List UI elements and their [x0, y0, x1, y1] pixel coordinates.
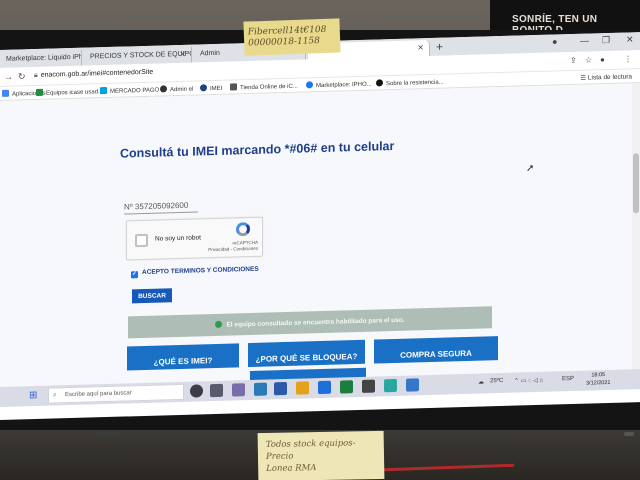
bookmark-item[interactable]: Sobre la resistencia...: [376, 78, 444, 88]
search-icon: ⌕: [53, 391, 57, 399]
record-icon[interactable]: ●: [552, 36, 557, 46]
recaptcha-logo-icon: [236, 222, 250, 237]
reading-list-button[interactable]: ☰ Lista de lectura: [580, 72, 632, 81]
sticky-note-bottom: Todos stock equipos-Precio Lonea RMA: [257, 430, 385, 480]
recaptcha-checkbox[interactable]: [135, 233, 148, 248]
monitor-logo: [96, 430, 120, 436]
cortana-icon[interactable]: [190, 384, 203, 398]
bookmark-item[interactable]: IMEI: [200, 84, 222, 93]
apps-icon: [2, 89, 9, 97]
tab-label: PRECIOS Y STOCK DE EQUIPOS E: [90, 50, 192, 61]
taskbar-search[interactable]: ⌕ Escribe aquí para buscar: [48, 383, 184, 404]
tab-label: Admin: [200, 49, 220, 58]
search-button[interactable]: BUSCAR: [132, 288, 172, 304]
menu-icon[interactable]: ⋮: [624, 54, 632, 63]
excel-icon[interactable]: [340, 380, 353, 394]
scrollbar-thumb[interactable]: [633, 153, 639, 214]
tray-icons[interactable]: ⌃ ▭ ◌ ◁ ⌂: [514, 377, 543, 385]
lock-icon: 🔒︎: [34, 71, 38, 80]
screen: Marketplace: Liquido iPhone PRECIOS Y ST…: [0, 32, 640, 421]
bookmark-item[interactable]: MERCADO PAGO: [100, 86, 159, 96]
sheets-icon: [36, 88, 43, 96]
app-teal-icon[interactable]: [384, 378, 397, 393]
bookmark-item[interactable]: Tienda Online de iC...: [230, 82, 298, 92]
clock[interactable]: 18:05 3/12/2021: [586, 371, 610, 388]
monitor-power-button: [624, 432, 634, 436]
bookmark-item[interactable]: Equipos icase usad...: [36, 87, 103, 97]
close-window-button[interactable]: ✕: [626, 34, 634, 45]
maximize-button[interactable]: ❐: [602, 35, 610, 46]
globe-icon: [160, 85, 167, 93]
checkbox-checked-icon[interactable]: ✓: [131, 271, 138, 279]
scrollbar[interactable]: [632, 83, 640, 384]
mercadopago-icon: [100, 87, 107, 95]
new-tab-button[interactable]: +: [436, 40, 443, 54]
reload-icon[interactable]: ↻: [18, 71, 26, 82]
safe-buy-button[interactable]: COMPRA SEGURA: [374, 336, 498, 364]
forward-arrow-icon[interactable]: →: [4, 72, 13, 82]
bookmark-item[interactable]: Marketplace: IPHO...: [306, 80, 372, 90]
minimize-button[interactable]: —: [580, 36, 589, 46]
bookmark-item[interactable]: Admin el: [160, 85, 193, 94]
chrome-icon[interactable]: [296, 381, 309, 395]
url-field[interactable]: 🔒︎ enacom.gob.ar/imei#contenedorSite: [34, 69, 153, 80]
apple-icon: [376, 79, 383, 87]
recaptcha-label: No soy un robot: [155, 234, 201, 243]
star-icon[interactable]: ☆: [585, 55, 592, 64]
temperature: 25ºC: [490, 377, 504, 385]
windows-start-icon[interactable]: ⊞: [29, 390, 37, 401]
sticky-note-top: Fibercell14t€108 00000018-1158: [243, 18, 341, 56]
language[interactable]: ESP: [562, 376, 574, 382]
drop-icon: [200, 84, 207, 92]
why-block-button[interactable]: ¿POR QUÉ SE BLOQUEA?: [248, 339, 365, 368]
app-icon[interactable]: [362, 379, 375, 393]
reading-list-icon: ☰: [580, 74, 588, 82]
check-circle-icon: [215, 320, 223, 328]
recaptcha-widget: No soy un robot reCAPTCHA Privacidad - C…: [126, 216, 263, 261]
close-icon[interactable]: ✕: [417, 43, 424, 52]
share-icon[interactable]: ⇪: [570, 56, 577, 65]
widgets-icon[interactable]: [232, 383, 245, 397]
close-icon[interactable]: ✕: [179, 50, 186, 59]
app-blue-icon[interactable]: [406, 378, 419, 392]
url-text: enacom.gob.ar/imei#contenedorSite: [40, 68, 154, 79]
settings-icon[interactable]: [274, 381, 287, 396]
imei-input[interactable]: [124, 198, 198, 215]
recaptcha-links[interactable]: Privacidad - Condiciones: [208, 246, 258, 253]
edge-icon[interactable]: [254, 382, 267, 396]
weather-icon[interactable]: ☁: [478, 378, 484, 385]
facebook-icon: [306, 81, 313, 89]
mouse-cursor-icon: ➚: [526, 163, 535, 175]
edge-blue-icon[interactable]: [318, 380, 331, 395]
task-view-icon[interactable]: [210, 383, 223, 398]
recaptcha-brand: reCAPTCHA Privacidad - Condiciones: [208, 239, 258, 253]
what-is-imei-button[interactable]: ¿QUÉ ES IMEI?: [127, 343, 239, 371]
tab-label: Marketplace: Liquido iPhone: [6, 53, 82, 63]
store-icon: [230, 83, 237, 91]
photo-scene: SONRÍE, TEN UN BONITO D Marketplace: Liq…: [0, 0, 640, 480]
profile-icon[interactable]: ●: [600, 55, 605, 64]
